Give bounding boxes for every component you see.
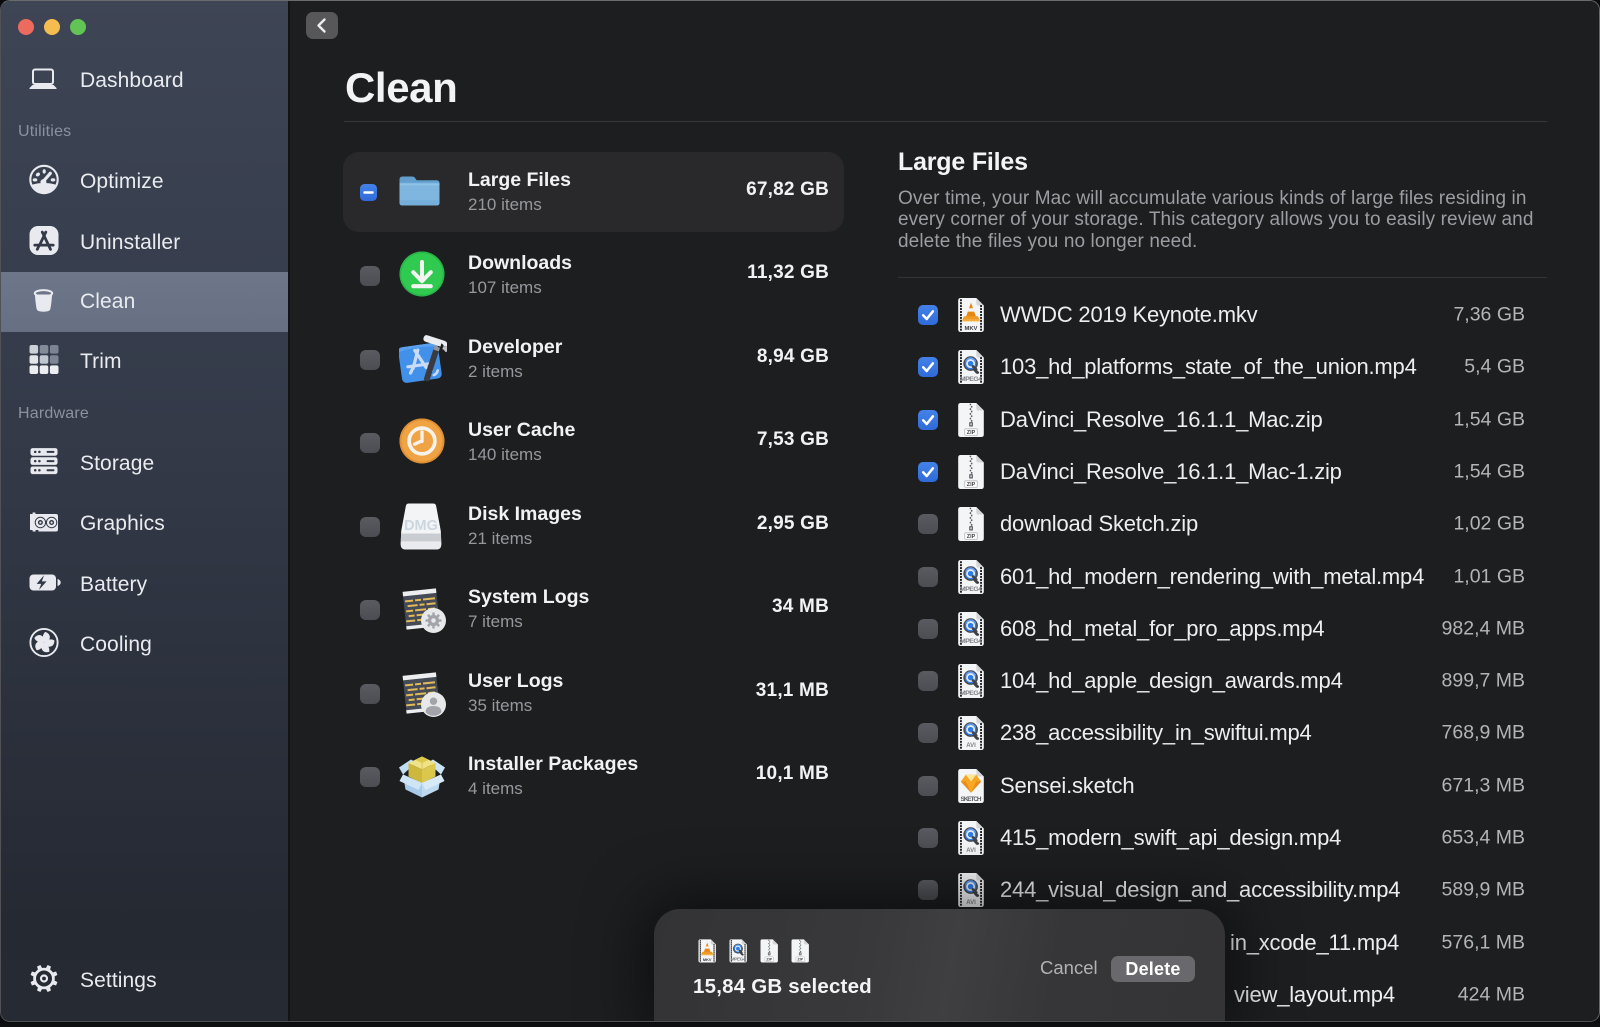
svg-text:AVI: AVI bbox=[966, 900, 976, 906]
svg-text:DMG: DMG bbox=[404, 518, 438, 534]
svg-text:MPEG4: MPEG4 bbox=[960, 638, 982, 645]
svg-text:MPEG4: MPEG4 bbox=[731, 957, 746, 962]
svg-text:MPEG4: MPEG4 bbox=[960, 690, 982, 697]
svg-text:MKV: MKV bbox=[703, 957, 712, 962]
svg-text:ZIP: ZIP bbox=[797, 957, 803, 961]
svg-text:ZIP: ZIP bbox=[967, 482, 976, 488]
svg-text:ZIP: ZIP bbox=[967, 534, 976, 540]
svg-text:MKV: MKV bbox=[965, 326, 978, 332]
svg-text:AVI: AVI bbox=[966, 743, 976, 749]
svg-text:MPEG4: MPEG4 bbox=[960, 376, 982, 383]
svg-text:MPEG4: MPEG4 bbox=[960, 586, 982, 593]
svg-text:SKETCH: SKETCH bbox=[961, 796, 982, 803]
svg-text:AVI: AVI bbox=[966, 848, 976, 854]
svg-text:ZIP: ZIP bbox=[967, 430, 976, 436]
svg-text:ZIP: ZIP bbox=[766, 957, 772, 961]
